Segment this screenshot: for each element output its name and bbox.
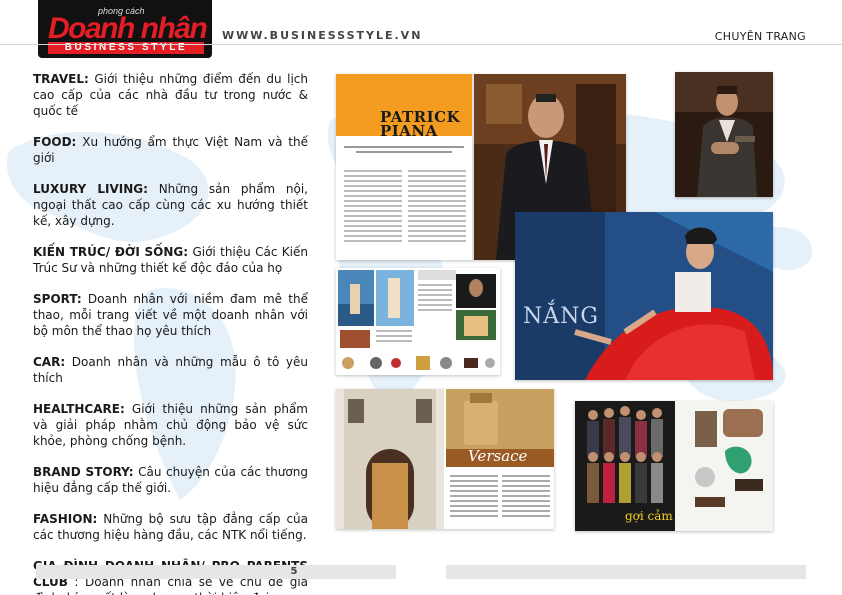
section-item-title: FOOD:: [33, 135, 77, 149]
versace-title: Versace: [468, 447, 528, 465]
section-item-title: BRAND STORY:: [33, 465, 134, 479]
section-item-title: SPORT:: [33, 292, 82, 306]
section-item-title: FASHION:: [33, 512, 98, 526]
section-item: SPORT: Doanh nhân với niềm đam mê thể th…: [33, 291, 308, 339]
header-divider: [0, 44, 842, 45]
page-number: 5: [290, 566, 298, 577]
section-item: FOOD: Xu hướng ẩm thực Việt Nam và thế g…: [33, 134, 308, 166]
section-item: KIẾN TRÚC/ ĐỜI SỐNG: Giới thiệu Các Kiến…: [33, 244, 308, 276]
section-item-text: Doanh nhân và những mẫu ô tô yêu thích: [33, 355, 308, 385]
patrick-name: PATRICK PIANA: [380, 110, 460, 140]
section-item-title: HEALTHCARE:: [33, 402, 125, 416]
patrick-name-line2: PIANA: [380, 122, 438, 140]
section-item-title: LUXURY LIVING:: [33, 182, 148, 196]
section-item-title: TRAVEL:: [33, 72, 89, 86]
logo-wordmark: Doanh nhân: [48, 12, 208, 45]
section-item: BRAND STORY: Câu chuyện của các thương h…: [33, 464, 308, 496]
magazine-page: phong cách Doanh nhân BUSINESS STYLE WWW…: [0, 0, 842, 595]
section-item-title: CAR:: [33, 355, 66, 369]
mens-fashion-spread-image: gợi cảm: [575, 401, 773, 531]
section-item: CAR: Doanh nhân và những mẫu ô tô yêu th…: [33, 354, 308, 386]
section-item: LUXURY LIVING: Những sản phẩm nội, ngoại…: [33, 181, 308, 229]
section-list: TRAVEL: Giới thiệu những điểm đến du lịc…: [33, 71, 308, 595]
mens-fashion-title: gợi cảm: [625, 509, 673, 523]
man-portrait-image: [675, 72, 773, 197]
section-item: TRAVEL: Giới thiệu những điểm đến du lịc…: [33, 71, 308, 119]
section-title: CHUYÊN TRANG: [714, 30, 806, 43]
section-item: HEALTHCARE: Giới thiệu những sản phẩm và…: [33, 401, 308, 449]
nang-fashion-spread-image: NẮNG: [515, 212, 773, 380]
section-item-title: KIẾN TRÚC/ ĐỜI SỐNG:: [33, 245, 189, 259]
versace-spread-image: Versace: [336, 389, 554, 529]
travel-spread-image: [336, 268, 500, 375]
footer-bar-left: [36, 565, 396, 579]
magazine-logo: phong cách Doanh nhân BUSINESS STYLE: [38, 0, 212, 58]
footer-bar-right: [446, 565, 806, 579]
nang-title: NẮNG: [523, 304, 599, 329]
website-url[interactable]: WWW.BUSINESSSTYLE.VN: [222, 29, 422, 42]
section-item: FASHION: Những bộ sưu tập đẳng cấp của c…: [33, 511, 308, 543]
